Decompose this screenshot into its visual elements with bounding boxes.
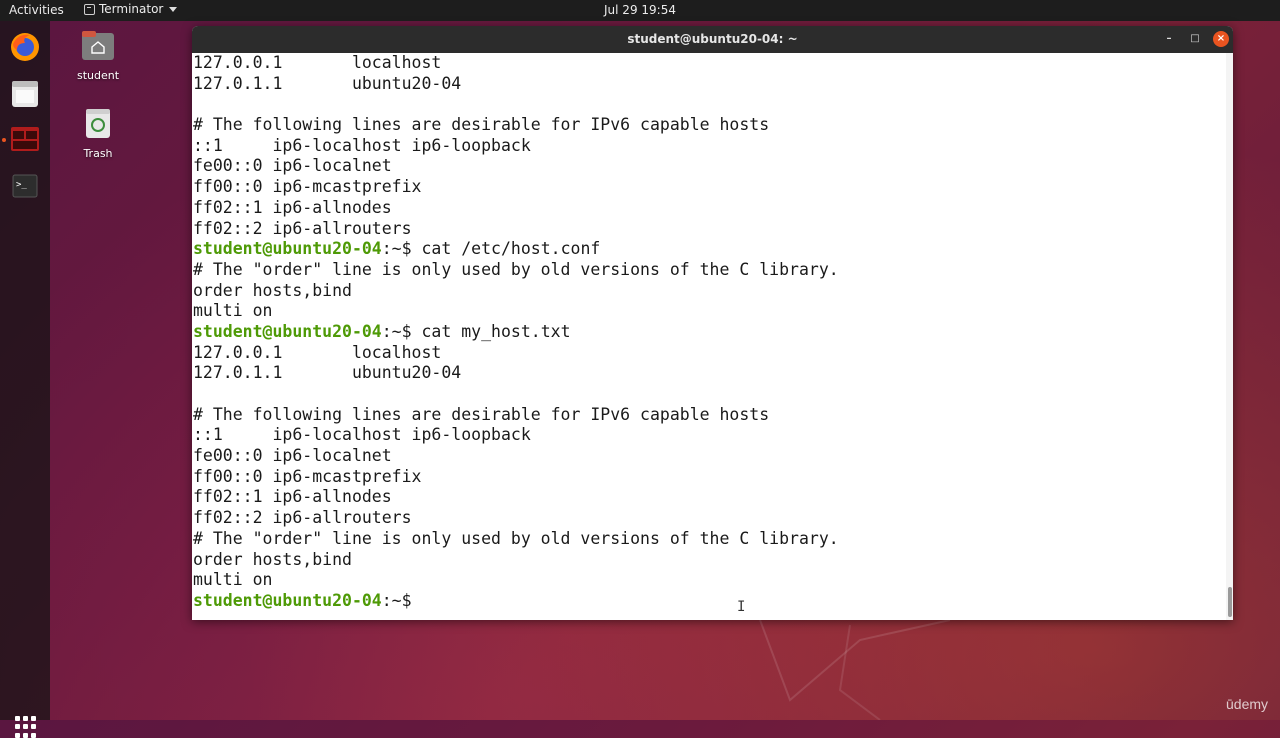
output-line: # The following lines are desirable for … (193, 115, 770, 135)
top-bar: Activities Terminator Jul 29 19:54 (0, 0, 1280, 21)
output-line: multi on (193, 570, 273, 590)
app-menu-label: Terminator (99, 2, 164, 16)
terminal-window: student@ubuntu20-04: ~ – □ × 127.0.0.1 l… (192, 26, 1233, 620)
app-menu[interactable]: Terminator (84, 2, 178, 16)
output-line: ff02::1 ip6-allnodes (193, 487, 392, 507)
prompt-user: student@ubuntu20-04 (193, 239, 382, 259)
maximize-button[interactable]: □ (1187, 31, 1203, 47)
udemy-watermark: ūdemy (1226, 696, 1269, 712)
show-applications-icon[interactable] (15, 716, 37, 738)
activities-button[interactable]: Activities (9, 3, 64, 17)
output-line: ff00::0 ip6-mcastprefix (193, 177, 422, 197)
output-line: order hosts,bind (193, 549, 352, 569)
command-text: cat my_host.txt (411, 321, 571, 341)
text-cursor-icon: I (737, 599, 746, 615)
prompt-symbol: :~$ (381, 239, 412, 259)
output-line: order hosts,bind (193, 280, 352, 300)
chevron-down-icon (169, 6, 178, 12)
minimize-button[interactable]: – (1161, 31, 1177, 47)
output-line: ::1 ip6-localhost ip6-loopback (193, 135, 531, 155)
output-line: multi on (193, 301, 273, 321)
output-line: # The following lines are desirable for … (193, 404, 770, 424)
prompt-user: student@ubuntu20-04 (193, 590, 382, 610)
output-line: ff02::2 ip6-allrouters (193, 508, 412, 528)
trash-label: Trash (83, 147, 113, 160)
trash-desktop-icon[interactable]: Trash (68, 106, 128, 160)
prompt-user: student@ubuntu20-04 (193, 321, 382, 341)
output-line: # The "order" line is only used by old v… (193, 259, 839, 279)
prompt-symbol: :~$ (381, 590, 412, 610)
prompt-line: student@ubuntu20-04:~$ cat my_host.txt (193, 322, 1226, 343)
close-button[interactable]: × (1213, 31, 1229, 47)
terminal-icon (84, 3, 95, 15)
home-folder-icon (82, 31, 114, 60)
home-folder-label: student (76, 69, 120, 82)
clock[interactable]: Jul 29 19:54 (604, 3, 676, 17)
output-line: ff02::1 ip6-allnodes (193, 197, 392, 217)
output-line: ff00::0 ip6-mcastprefix (193, 466, 422, 486)
terminal-output[interactable]: 127.0.0.1 localhost 127.0.1.1 ubuntu20-04… (192, 53, 1226, 620)
prompt-line: student@ubuntu20-04:~$ (193, 591, 1226, 612)
command-text: cat /etc/host.conf (411, 239, 601, 259)
terminal-icon[interactable]: >_ (8, 169, 42, 203)
scrollbar-track[interactable] (1226, 53, 1233, 620)
active-indicator (2, 138, 6, 142)
output-line: fe00::0 ip6-localnet (193, 446, 392, 466)
firefox-icon[interactable] (8, 30, 42, 64)
output-line: ::1 ip6-localhost ip6-loopback (193, 425, 531, 445)
output-line: 127.0.0.1 localhost (193, 342, 442, 362)
files-icon[interactable] (8, 77, 42, 111)
window-titlebar[interactable]: student@ubuntu20-04: ~ – □ × (192, 26, 1233, 53)
window-title: student@ubuntu20-04: ~ (627, 32, 798, 46)
output-line: 127.0.0.1 localhost (193, 53, 442, 72)
dock: >_ (0, 21, 50, 738)
output-line: ff02::2 ip6-allrouters (193, 218, 412, 238)
output-line: # The "order" line is only used by old v… (193, 528, 839, 548)
terminator-icon[interactable] (8, 122, 42, 156)
output-line: fe00::0 ip6-localnet (193, 156, 392, 176)
prompt-line: student@ubuntu20-04:~$ cat /etc/host.con… (193, 239, 1226, 260)
svg-text:>_: >_ (16, 180, 27, 190)
command-text (412, 591, 422, 610)
home-folder-desktop-icon[interactable]: student (68, 30, 128, 82)
trash-icon (86, 109, 110, 138)
prompt-symbol: :~$ (381, 321, 412, 341)
scrollbar-thumb[interactable] (1228, 587, 1232, 617)
output-line: 127.0.1.1 ubuntu20-04 (193, 73, 462, 93)
output-line: 127.0.1.1 ubuntu20-04 (193, 363, 462, 383)
